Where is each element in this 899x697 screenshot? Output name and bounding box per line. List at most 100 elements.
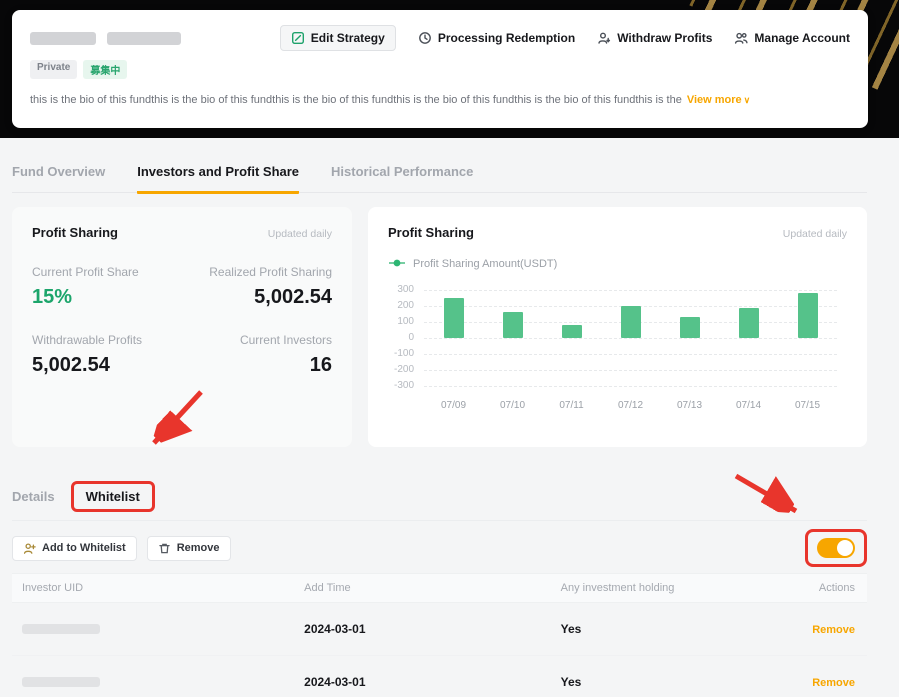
- chart-ytick-label: -300: [393, 380, 414, 391]
- current-profit-share-label: Current Profit Share: [32, 265, 139, 279]
- current-investors-stat: Current Investors 16: [182, 333, 332, 377]
- chart-ytick-label: 300: [397, 284, 414, 295]
- chart-xtick-label: 07/14: [735, 400, 762, 411]
- current-profit-share-stat: Current Profit Share 15%: [32, 265, 182, 309]
- header-investment-holding: Any investment holding: [550, 573, 782, 603]
- tab-fund-overview[interactable]: Fund Overview: [12, 164, 105, 192]
- person-plus-icon: [23, 542, 36, 555]
- withdrawable-profits-stat: Withdrawable Profits 5,002.54: [32, 333, 182, 377]
- subtab-whitelist[interactable]: Whitelist: [86, 489, 140, 504]
- badge-recruiting: 募集中: [83, 60, 128, 79]
- realized-profit-sharing-stat: Realized Profit Sharing 5,002.54: [182, 265, 332, 309]
- whitelist-toggle[interactable]: [817, 538, 855, 558]
- withdraw-icon: [597, 31, 611, 45]
- header-actions: Edit Strategy Processing Redemption With…: [279, 25, 850, 51]
- tab-historical-performance[interactable]: Historical Performance: [331, 164, 473, 192]
- annotation-box-toggle: [805, 529, 867, 567]
- redemption-icon: [418, 31, 432, 45]
- withdraw-profits-label: Withdraw Profits: [617, 31, 713, 45]
- current-investors-value: 16: [309, 354, 332, 376]
- chart-xtick-label: 07/13: [676, 400, 703, 411]
- chart-xtick-label: 07/11: [559, 400, 584, 411]
- stats-updated-label: Updated daily: [267, 228, 332, 240]
- edit-strategy-button[interactable]: Edit Strategy: [279, 25, 396, 51]
- chart-bar: [620, 306, 641, 338]
- chart-bar: [738, 307, 759, 338]
- chart-x-axis: 07/09 07/10 07/11 07/12 07/13 07/14 07/15: [424, 400, 837, 411]
- fund-management-page: Edit Strategy Processing Redemption With…: [0, 0, 899, 697]
- profit-sharing-chart-card: Profit Sharing Updated daily Profit Shar…: [368, 207, 867, 447]
- withdraw-profits-button[interactable]: Withdraw Profits: [597, 31, 712, 45]
- legend-marker-icon: [388, 258, 406, 270]
- whitelist-table: Investor UID Add Time Any investment hol…: [12, 573, 867, 697]
- realized-profit-sharing-label: Realized Profit Sharing: [209, 265, 332, 279]
- remove-link[interactable]: Remove: [812, 677, 855, 689]
- toggle-knob: [837, 540, 853, 556]
- fund-name-redacted: [30, 31, 181, 45]
- chart-gridline: [424, 338, 837, 339]
- current-investors-label: Current Investors: [239, 333, 332, 347]
- remove-link[interactable]: Remove: [812, 624, 855, 636]
- edit-strategy-label: Edit Strategy: [310, 31, 385, 45]
- holding-cell: Yes: [550, 655, 782, 697]
- fund-header-card: Edit Strategy Processing Redemption With…: [12, 10, 868, 128]
- chart-y-axis: 300 200 100 0 -100 -200 -300: [388, 284, 414, 391]
- chart-gridline: [424, 354, 837, 355]
- chart-bar: [502, 311, 523, 338]
- remove-button[interactable]: Remove: [146, 535, 231, 561]
- fund-bio-text: this is the bio of this fundthis is the …: [30, 94, 682, 106]
- chart-bar: [679, 317, 700, 338]
- chart-ytick-label: -200: [393, 364, 414, 375]
- fund-badges: Private 募集中: [30, 60, 850, 79]
- chart-xtick-label: 07/09: [440, 400, 467, 411]
- table-row: 2024-03-01 Yes Remove: [12, 602, 867, 656]
- header-investor-uid: Investor UID: [12, 573, 295, 603]
- caret-down-icon: ∨: [743, 95, 751, 105]
- whitelist-toolbar: Add to Whitelist Remove: [12, 529, 867, 567]
- trash-icon: [158, 542, 171, 555]
- chart-ytick-label: 0: [408, 332, 414, 343]
- add-to-whitelist-label: Add to Whitelist: [42, 542, 126, 554]
- chart-bar: [443, 298, 464, 338]
- processing-redemption-button[interactable]: Processing Redemption: [418, 31, 575, 45]
- chart-updated-label: Updated daily: [782, 228, 847, 240]
- chart-ytick-label: 100: [397, 316, 414, 327]
- fund-name-blur-2: [107, 31, 181, 45]
- tab-investors-profit-share[interactable]: Investors and Profit Share: [137, 164, 300, 194]
- manage-account-button[interactable]: Manage Account: [734, 31, 850, 45]
- detail-subtabs: Details Whitelist: [12, 481, 867, 512]
- remove-button-label: Remove: [176, 542, 220, 554]
- chart-gridline: [424, 290, 837, 291]
- chart-legend: Profit Sharing Amount(USDT): [388, 258, 847, 270]
- withdrawable-profits-value: 5,002.54: [32, 354, 110, 376]
- main-tabs: Fund Overview Investors and Profit Share…: [12, 138, 867, 194]
- add-time-cell: 2024-03-01: [294, 655, 551, 697]
- chart-bar: [561, 325, 582, 338]
- processing-redemption-label: Processing Redemption: [437, 31, 576, 45]
- header-add-time: Add Time: [294, 573, 551, 603]
- manage-account-label: Manage Account: [754, 31, 850, 45]
- chart-plot-area: [424, 290, 837, 387]
- withdrawable-profits-label: Withdrawable Profits: [32, 333, 143, 347]
- chart-bar: [797, 293, 818, 338]
- add-to-whitelist-button[interactable]: Add to Whitelist: [12, 535, 137, 561]
- edit-icon: [291, 31, 305, 45]
- investor-uid-redacted: [22, 677, 100, 687]
- annotation-box-whitelist: Whitelist: [70, 481, 155, 512]
- investor-uid-redacted: [22, 624, 100, 634]
- chart-gridline: [424, 370, 837, 371]
- chart-ytick-label: 200: [397, 300, 414, 311]
- table-row: 2024-03-01 Yes Remove: [12, 655, 867, 697]
- realized-profit-sharing-value: 5,002.54: [254, 286, 332, 308]
- chart-xtick-label: 07/10: [499, 400, 526, 411]
- chart-xtick-label: 07/12: [617, 400, 644, 411]
- profit-sharing-bar-chart: 300 200 100 0 -100 -200 -300 07/09 07/10 07/11 07…: [388, 284, 847, 418]
- chart-xtick-label: 07/15: [794, 400, 821, 411]
- current-profit-share-value: 15%: [32, 286, 73, 308]
- account-icon: [734, 31, 749, 45]
- subtab-details[interactable]: Details: [12, 489, 55, 504]
- add-time-cell: 2024-03-01: [294, 602, 551, 656]
- view-more-link[interactable]: View more ∨: [687, 94, 750, 106]
- badge-private: Private: [30, 60, 78, 79]
- chart-card-title: Profit Sharing: [388, 225, 474, 240]
